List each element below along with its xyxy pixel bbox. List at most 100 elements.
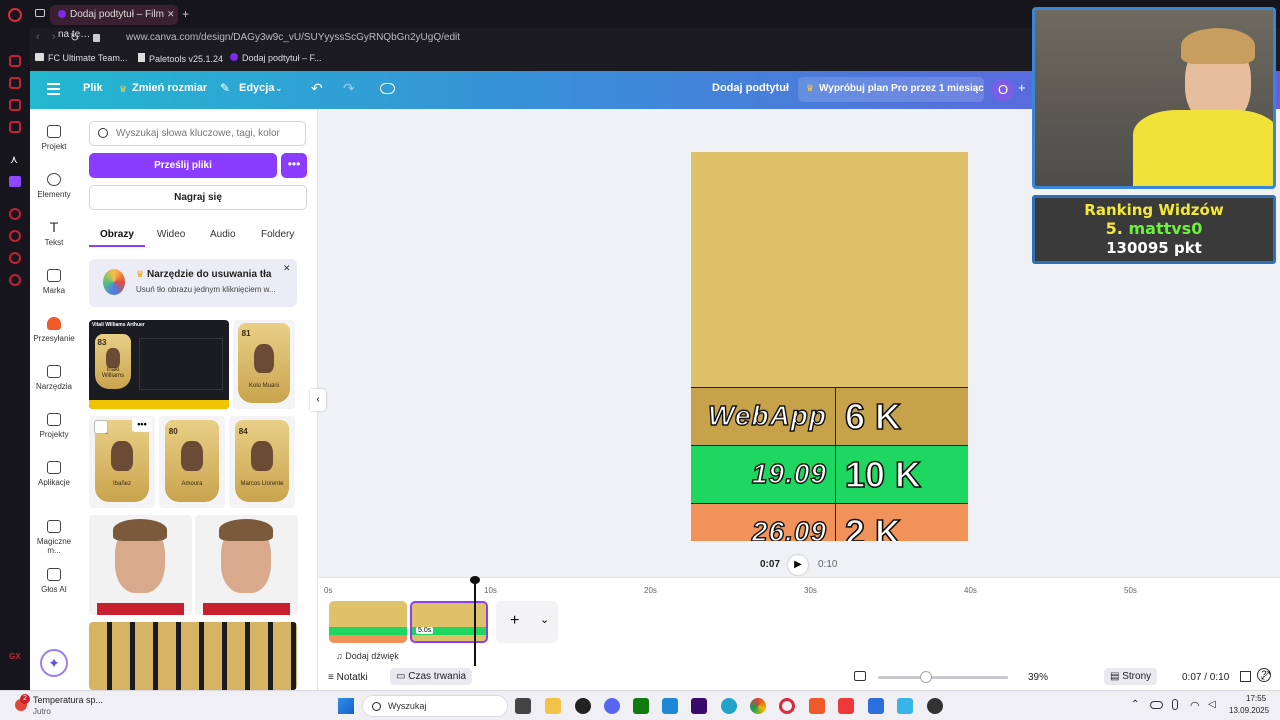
pro-trial-button[interactable]: ♛ Wypróbuj plan Pro przez 1 miesiąc (798, 77, 984, 102)
grid-view-icon[interactable] (1240, 671, 1251, 682)
bookmark-paletools[interactable]: Paletools v25.1.24 (138, 53, 223, 64)
tab-audio[interactable]: Audio (210, 229, 236, 240)
media-player-icon[interactable] (868, 698, 884, 714)
rail-glos-ai[interactable]: Głos AI (30, 568, 78, 594)
rail-aplikacje[interactable]: Aplikacje (30, 461, 78, 487)
file-explorer-icon[interactable] (545, 698, 561, 714)
collapse-panel-button[interactable]: ‹ (310, 389, 326, 411)
more-options-button[interactable]: ••• (281, 153, 307, 178)
gx-icon[interactable]: GX (9, 652, 21, 661)
timeline-clip-selected[interactable]: 5.0s (410, 601, 488, 643)
thumb-more-icon[interactable]: ••• (132, 418, 152, 432)
duration-button[interactable]: ▭ Czas trwania (390, 668, 473, 685)
sidebar-icon-2[interactable] (9, 77, 21, 89)
timeline-clip[interactable] (329, 601, 407, 643)
tab-obrazy[interactable]: Obrazy (100, 229, 134, 240)
taskbar-search[interactable]: Wyszukaj (362, 695, 508, 717)
select-checkbox[interactable] (94, 420, 108, 434)
image-thumb-card-grid[interactable] (89, 622, 297, 690)
play-button[interactable]: ▶ (788, 555, 808, 575)
image-thumb-portrait[interactable] (89, 515, 192, 615)
magic-assistant-icon[interactable]: ✦ (40, 649, 68, 677)
image-thumb-lineup[interactable]: Vitali Williams Arthuer 83 Iñaki Williams (89, 320, 229, 409)
url-text[interactable]: www.canva.com/design/DAGy3w9c_vU/SUYyyss… (126, 32, 460, 43)
opera-logo-icon[interactable] (8, 8, 22, 22)
add-clip-button[interactable]: + ⌄ (496, 601, 558, 643)
resize-button[interactable]: Zmień rozmiar (132, 82, 207, 94)
redo-icon[interactable]: ↷ (343, 80, 355, 97)
add-collaborator-icon[interactable]: + (1018, 80, 1026, 95)
rail-przesylanie[interactable]: Przesyłanie (30, 317, 78, 343)
twitch-icon[interactable] (9, 176, 21, 187)
weather-widget[interactable]: 2 Temperatura sp... Jutro (12, 694, 122, 718)
image-thumb-card[interactable]: 82Ibañez ••• (89, 416, 155, 508)
task-view-icon[interactable] (515, 698, 531, 714)
edit-menu[interactable]: Edycja (239, 82, 274, 94)
image-thumb-card[interactable]: 81 Kolo Muani (233, 320, 295, 409)
fit-icon[interactable] (854, 671, 866, 681)
microphone-icon[interactable] (1172, 699, 1178, 710)
tab-foldery[interactable]: Foldery (261, 229, 294, 240)
vivaldi-icon[interactable] (838, 698, 854, 714)
zoom-slider[interactable] (878, 671, 1008, 683)
rail-tekst[interactable]: T Tekst (30, 220, 78, 247)
image-thumb-card[interactable]: 80 Amoura (159, 416, 225, 508)
bg-remover-promo[interactable]: ♛ Narzędzie do usuwania tła Usuń tło obr… (89, 259, 297, 307)
chevron-down-icon[interactable]: ⌄ (275, 83, 283, 94)
history-icon[interactable] (9, 230, 21, 242)
add-audio-button[interactable]: ♫ Dodaj dźwięk (336, 651, 399, 661)
rail-projekt[interactable]: Projekt (30, 125, 78, 151)
image-thumb-card[interactable]: 84 Marcos Llorente (229, 416, 295, 508)
chrome-icon[interactable] (750, 698, 766, 714)
notes-button[interactable]: ≡ Notatki (328, 672, 368, 683)
wifi-icon[interactable]: ◠ (1190, 699, 1200, 712)
xbox-icon[interactable] (633, 698, 649, 714)
sidebar-icon-5[interactable] (9, 252, 21, 264)
bookmark-canva[interactable]: Dodaj podtytuł – F... (230, 53, 322, 63)
table-row[interactable]: WebApp 6 K (691, 387, 968, 446)
tab-manager-icon[interactable] (35, 9, 45, 17)
avatar[interactable]: O (992, 79, 1014, 101)
reload-icon[interactable]: ↻ (70, 31, 79, 44)
app-icon[interactable] (897, 698, 913, 714)
rail-marka[interactable]: Marka (30, 269, 78, 295)
discord-icon[interactable] (604, 698, 620, 714)
table-row[interactable]: 26.09 2 K (691, 503, 968, 541)
search-input[interactable]: Wyszukaj słowa kluczowe, tagi, kolor (89, 121, 306, 146)
messenger-icon[interactable] (9, 99, 21, 111)
opera-icon[interactable] (779, 698, 795, 714)
help-icon[interactable]: ? (1257, 668, 1271, 682)
record-yourself-button[interactable]: Nagraj się (89, 185, 307, 210)
tray-chevron-icon[interactable]: ⌃ (1131, 699, 1139, 710)
sidebar-icon-3[interactable] (9, 121, 21, 133)
vscode-icon[interactable] (662, 698, 678, 714)
forward-icon[interactable]: › (52, 31, 56, 43)
start-button-icon[interactable] (338, 698, 354, 714)
tab-close-icon[interactable]: ✕ (167, 9, 175, 20)
clock-time[interactable]: 17:55 (1246, 694, 1266, 703)
settings-gear-icon[interactable] (927, 698, 943, 714)
tab-wideo[interactable]: Wideo (157, 229, 185, 240)
cloud-save-icon[interactable] (380, 83, 395, 94)
sidebar-icon-4[interactable] (9, 208, 21, 220)
rail-narzedzia[interactable]: Narzędzia (30, 365, 78, 391)
promo-close-icon[interactable]: ✕ (283, 263, 291, 274)
rail-elementy[interactable]: Elementy (30, 173, 78, 199)
zoom-slider-knob[interactable] (920, 671, 932, 683)
playhead[interactable] (474, 578, 476, 666)
table-row[interactable]: 19.09 10 K (691, 445, 968, 504)
image-thumb-portrait[interactable] (195, 515, 298, 615)
new-tab-icon[interactable]: + (182, 7, 189, 21)
bookmark-fut[interactable]: FC Ultimate Team... (35, 53, 127, 63)
sidebar-icon-1[interactable] (9, 55, 21, 67)
premiere-icon[interactable] (691, 698, 707, 714)
design-page[interactable]: WebApp 6 K 19.09 10 K 26.09 2 K (691, 152, 968, 541)
playhead-handle[interactable] (470, 576, 480, 584)
upload-files-button[interactable]: Prześlij pliki (89, 153, 277, 178)
clock-date[interactable]: 13.09.2025 (1229, 706, 1269, 715)
rail-projekty[interactable]: Projekty (30, 413, 78, 439)
document-title[interactable]: Dodaj podtytuł (712, 82, 789, 94)
back-icon[interactable]: ‹ (36, 31, 40, 43)
menu-hamburger-icon[interactable] (47, 83, 60, 95)
obs-icon[interactable] (575, 698, 591, 714)
